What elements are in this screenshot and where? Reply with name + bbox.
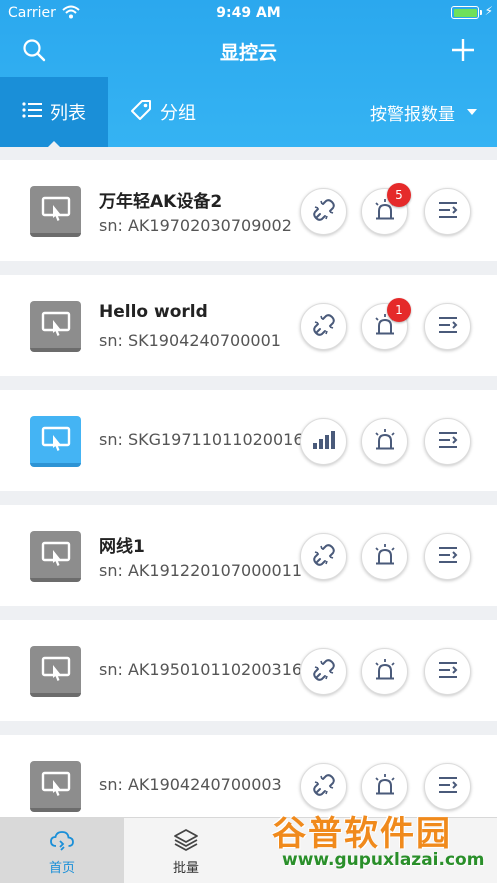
cloud-icon <box>49 827 75 853</box>
charging-icon: ⚡ <box>484 4 493 18</box>
menu-arrow-icon <box>436 544 460 570</box>
tab-list[interactable]: 列表 <box>0 77 108 147</box>
add-icon[interactable] <box>451 38 475 62</box>
menu-arrow-icon <box>436 314 460 340</box>
device-icon <box>30 761 81 812</box>
device-card[interactable]: sn: SKG197110110200169 <box>0 390 497 491</box>
device-sn: sn: SKG197110110200169 <box>99 430 314 449</box>
tab-more[interactable] <box>248 818 372 883</box>
alarm-button[interactable]: 1 <box>361 298 411 350</box>
alarm-button[interactable] <box>361 533 408 580</box>
signal-button[interactable] <box>300 418 347 465</box>
alarm-icon <box>372 427 398 457</box>
tag-icon <box>130 99 152 126</box>
layers-icon <box>173 827 199 853</box>
battery-icon <box>451 6 482 19</box>
alarm-button[interactable]: 5 <box>361 183 411 235</box>
broken-link-icon <box>311 312 337 342</box>
nav-bar: 显控云 <box>0 26 497 76</box>
link-button[interactable] <box>300 648 347 695</box>
sort-label: 按警报数量 <box>370 104 455 125</box>
detail-button[interactable] <box>424 188 471 235</box>
device-sn: sn: AK1904240700003 <box>99 775 282 794</box>
list-icon <box>22 101 42 124</box>
alarm-icon <box>372 542 398 572</box>
device-icon <box>30 301 81 352</box>
sort-dropdown[interactable]: 按警报数量 <box>370 77 477 147</box>
menu-arrow-icon <box>436 774 460 800</box>
alarm-icon <box>372 772 398 802</box>
broken-link-icon <box>311 542 337 572</box>
device-name: 网线1 <box>99 537 145 557</box>
signal-bars-icon <box>311 428 337 456</box>
link-button[interactable] <box>300 303 347 350</box>
menu-arrow-icon <box>436 199 460 225</box>
broken-link-icon <box>311 197 337 227</box>
device-sn: sn: AK191220107000011 <box>99 561 303 580</box>
link-button[interactable] <box>300 533 347 580</box>
device-card[interactable]: 万年轻AK设备2 sn: AK19702030709002 5 <box>0 160 497 261</box>
device-icon <box>30 186 81 237</box>
tab-group-label: 分组 <box>160 103 196 124</box>
alarm-count-badge: 1 <box>387 298 411 322</box>
alarm-icon <box>372 657 398 687</box>
clock: 9:49 AM <box>216 5 281 21</box>
view-tabs: 列表 分组 按警报数量 <box>0 77 497 147</box>
device-icon <box>30 416 81 467</box>
device-icon <box>30 531 81 582</box>
device-card[interactable]: 网线1 sn: AK191220107000011 <box>0 505 497 606</box>
menu-arrow-icon <box>436 659 460 685</box>
tab-home[interactable]: 首页 <box>0 818 124 883</box>
detail-button[interactable] <box>424 763 471 810</box>
device-name: Hello world <box>99 302 208 322</box>
link-button[interactable] <box>300 188 347 235</box>
alarm-button[interactable] <box>361 763 408 810</box>
header: Carrier 9:49 AM ⚡ 显控云 列表 分组 按警报数量 <box>0 0 497 147</box>
detail-button[interactable] <box>424 303 471 350</box>
device-card[interactable]: sn: AK19501011020031616 <box>0 620 497 721</box>
tab-batch-label: 批量 <box>172 861 199 876</box>
status-bar: Carrier 9:49 AM ⚡ <box>0 0 497 26</box>
tab-group[interactable]: 分组 <box>108 77 218 147</box>
device-icon <box>30 646 81 697</box>
detail-button[interactable] <box>424 648 471 695</box>
alarm-count-badge: 5 <box>387 183 411 207</box>
tab-home-label: 首页 <box>48 861 75 876</box>
page-title: 显控云 <box>219 42 277 64</box>
alarm-button[interactable] <box>361 648 408 695</box>
tab-list-label: 列表 <box>50 103 86 124</box>
tab-batch[interactable]: 批量 <box>124 818 248 883</box>
detail-button[interactable] <box>424 533 471 580</box>
device-card[interactable]: Hello world sn: SK1904240700001 1 <box>0 275 497 376</box>
device-sn: sn: SK1904240700001 <box>99 331 281 350</box>
bottom-tab-bar: 首页 批量 <box>0 817 497 883</box>
link-button[interactable] <box>300 763 347 810</box>
broken-link-icon <box>311 657 337 687</box>
device-sn: sn: AK19702030709002 <box>99 216 292 235</box>
broken-link-icon <box>311 772 337 802</box>
active-caret <box>48 141 60 147</box>
device-name: 万年轻AK设备2 <box>99 192 223 212</box>
chevron-down-icon <box>467 109 477 115</box>
detail-button[interactable] <box>424 418 471 465</box>
menu-arrow-icon <box>436 429 460 455</box>
device-sn: sn: AK19501011020031616 <box>99 660 323 679</box>
alarm-button[interactable] <box>361 418 408 465</box>
